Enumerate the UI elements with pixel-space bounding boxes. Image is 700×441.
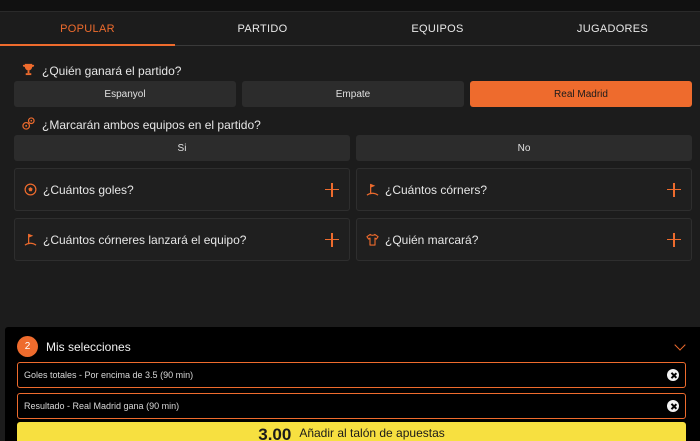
option-espanyol[interactable]: Espanyol xyxy=(14,81,236,107)
winner-question-label: ¿Quién ganará el partido? xyxy=(42,64,182,78)
market-scorer-label: ¿Quién marcará? xyxy=(385,232,479,247)
selection-item: Resultado - Real Madrid gana (90 min) xyxy=(17,393,686,419)
tab-partido[interactable]: PARTIDO xyxy=(175,13,350,45)
market-goals[interactable]: ¿Cuántos goles? xyxy=(14,168,350,211)
shirt-icon xyxy=(365,233,379,247)
chevron-down-icon[interactable] xyxy=(674,339,686,351)
tab-equipos[interactable]: EQUIPOS xyxy=(350,13,525,45)
market-corners[interactable]: ¿Cuántos córners? xyxy=(356,168,692,211)
bet-slip-title: Mis selecciones xyxy=(46,339,131,354)
corner-flag-icon xyxy=(365,183,379,197)
selection-label: Resultado - Real Madrid gana (90 min) xyxy=(24,401,180,411)
selection-label: Goles totales - Por encima de 3.5 (90 mi… xyxy=(24,370,194,380)
market-team-corners[interactable]: ¿Cuántos córneres lanzará el equipo? xyxy=(14,218,350,261)
option-si[interactable]: Si xyxy=(14,135,350,161)
option-empate[interactable]: Empate xyxy=(242,81,464,107)
option-no[interactable]: No xyxy=(356,135,692,161)
tab-popular[interactable]: POPULAR xyxy=(0,13,175,46)
plus-icon[interactable] xyxy=(667,182,681,197)
trophy-icon xyxy=(22,63,35,79)
btts-question: ¿Marcarán ambos equipos en el partido? xyxy=(22,117,261,133)
btts-question-label: ¿Marcarán ambos equipos en el partido? xyxy=(42,118,261,132)
bet-slip: 2 Mis selecciones Goles totales - Por en… xyxy=(5,327,700,441)
corner-flag-icon xyxy=(23,233,37,247)
market-scorer[interactable]: ¿Quién marcará? xyxy=(356,218,692,261)
remove-selection-icon[interactable] xyxy=(667,369,679,381)
plus-icon[interactable] xyxy=(667,232,681,247)
winner-question: ¿Quién ganará el partido? xyxy=(22,63,181,79)
market-goals-label: ¿Cuántos goles? xyxy=(43,182,134,197)
balls-icon xyxy=(22,117,35,133)
bet-slip-header[interactable]: 2 Mis selecciones xyxy=(17,336,131,357)
option-real-madrid[interactable]: Real Madrid xyxy=(470,81,692,107)
add-to-betslip-label: Añadir al talón de apuestas xyxy=(299,426,445,440)
market-team-corners-label: ¿Cuántos córneres lanzará el equipo? xyxy=(43,232,247,247)
market-tabs: POPULAR PARTIDO EQUIPOS JUGADORES xyxy=(0,13,700,46)
soccer-ball-icon xyxy=(23,183,37,197)
add-to-betslip-button[interactable]: 3.00 Añadir al talón de apuestas xyxy=(17,422,686,441)
plus-icon[interactable] xyxy=(325,232,339,247)
market-corners-label: ¿Cuántos córners? xyxy=(385,182,488,197)
top-bar xyxy=(0,0,700,12)
selection-count-badge: 2 xyxy=(17,336,38,357)
total-odds: 3.00 xyxy=(258,425,292,441)
tab-jugadores[interactable]: JUGADORES xyxy=(525,13,700,45)
remove-selection-icon[interactable] xyxy=(667,400,679,412)
plus-icon[interactable] xyxy=(325,182,339,197)
selection-item: Goles totales - Por encima de 3.5 (90 mi… xyxy=(17,362,686,388)
